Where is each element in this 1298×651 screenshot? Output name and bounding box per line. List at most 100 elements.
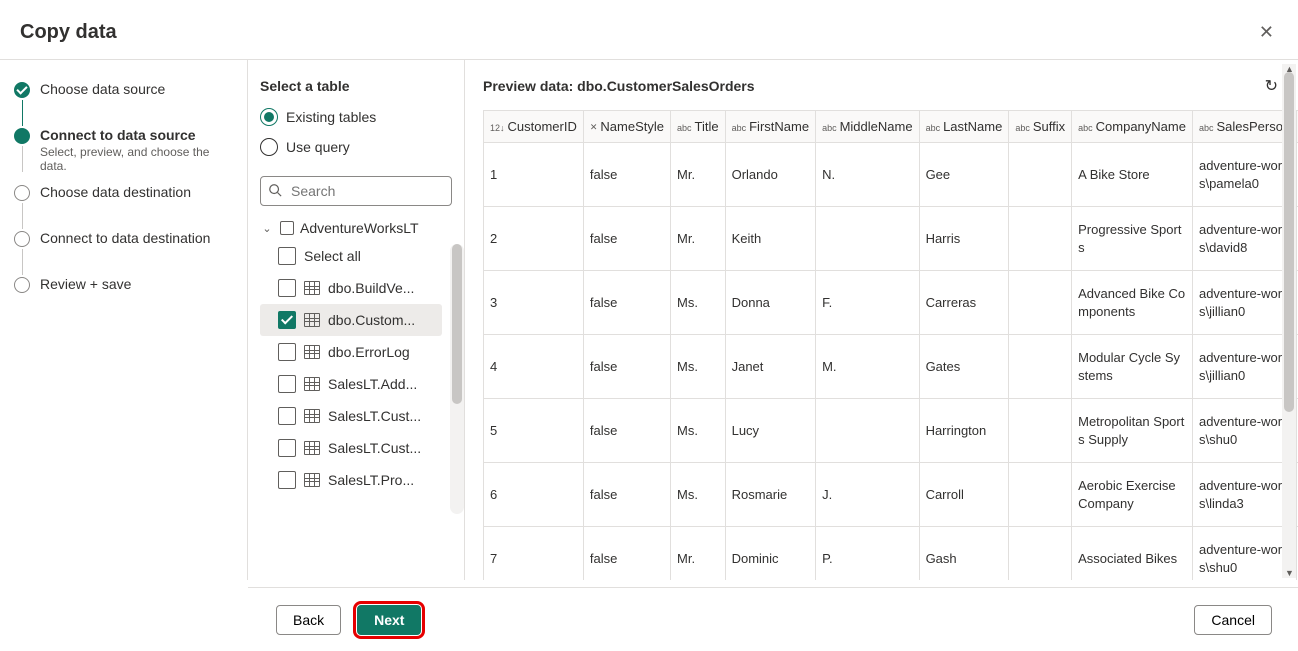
table-row[interactable]: 2falseMr.KeithHarrisProgressive Sportsad…: [484, 207, 1298, 271]
table-row[interactable]: 7falseMr.DominicP.GashAssociated Bikesad…: [484, 527, 1298, 581]
column-header[interactable]: abcFirstName: [725, 111, 815, 143]
chevron-down-icon: ⌄: [260, 222, 274, 235]
dialog-scrollbar[interactable]: ▲ ▼: [1282, 64, 1296, 578]
table-row[interactable]: 3falseMs.DonnaF.CarrerasAdvanced Bike Co…: [484, 271, 1298, 335]
cell: false: [583, 207, 670, 271]
cell: Rosmarie: [725, 463, 815, 527]
column-header[interactable]: 12↓CustomerID: [484, 111, 583, 143]
cell: [1009, 527, 1072, 581]
wizard-step[interactable]: Connect to data destination: [14, 229, 237, 275]
cell: Modular Cycle Systems: [1072, 335, 1193, 399]
cell: 2: [484, 207, 583, 271]
cell: [1009, 271, 1072, 335]
database-node[interactable]: ⌄ AdventureWorksLT: [260, 216, 464, 240]
search-input[interactable]: [260, 176, 452, 206]
column-header[interactable]: ✕NameStyle: [583, 111, 670, 143]
table-item[interactable]: dbo.ErrorLog: [260, 336, 442, 368]
radio-icon: [260, 108, 278, 126]
step-title: Choose data destination: [40, 184, 191, 200]
wizard-steps: Choose data source Connect to data sourc…: [0, 60, 248, 580]
table-item[interactable]: SalesLT.Cust...: [260, 432, 442, 464]
select-all-row[interactable]: Select all: [260, 240, 442, 272]
table-row[interactable]: 5falseMs.LucyHarringtonMetropolitan Spor…: [484, 399, 1298, 463]
step-subtitle: Select, preview, and choose the data.: [40, 145, 237, 173]
radio-icon: [260, 138, 278, 156]
column-header[interactable]: abcSuffix: [1009, 111, 1072, 143]
cell: Gates: [919, 335, 1009, 399]
cell: 6: [484, 463, 583, 527]
search-input-wrap: [260, 176, 452, 206]
step-bullet-icon: [14, 128, 30, 144]
cancel-button[interactable]: Cancel: [1194, 605, 1272, 635]
checkbox-icon[interactable]: [278, 375, 296, 393]
select-table-heading: Select a table: [260, 78, 464, 94]
cell: Janet: [725, 335, 815, 399]
radio-use-query[interactable]: Use query: [260, 138, 464, 156]
table-item[interactable]: SalesLT.Pro...: [260, 464, 442, 496]
checkbox-icon[interactable]: [278, 407, 296, 425]
refresh-icon[interactable]: ↻: [1265, 76, 1278, 96]
cell: Mr.: [671, 207, 726, 271]
step-title: Review + save: [40, 276, 131, 292]
close-icon[interactable]: ✕: [1255, 18, 1278, 47]
cell: Carreras: [919, 271, 1009, 335]
checkbox-icon[interactable]: [278, 343, 296, 361]
cell: Ms.: [671, 335, 726, 399]
cell: 4: [484, 335, 583, 399]
cell: Harrington: [919, 399, 1009, 463]
table-icon: [304, 473, 320, 487]
checkbox-icon[interactable]: [278, 247, 296, 265]
column-header[interactable]: abcCompanyName: [1072, 111, 1193, 143]
search-icon: [268, 183, 282, 200]
cell: 3: [484, 271, 583, 335]
cell: J.: [816, 463, 920, 527]
cell: Orlando: [725, 143, 815, 207]
cell: A Bike Store: [1072, 143, 1193, 207]
column-header[interactable]: abcMiddleName: [816, 111, 920, 143]
cell: false: [583, 271, 670, 335]
cell: 7: [484, 527, 583, 581]
cell: Advanced Bike Components: [1072, 271, 1193, 335]
dialog-title: Copy data: [20, 21, 117, 44]
table-item[interactable]: dbo.BuildVe...: [260, 272, 442, 304]
dialog-footer: Back Next Cancel: [248, 587, 1298, 651]
table-icon: [304, 281, 320, 295]
cell: [1009, 335, 1072, 399]
column-header[interactable]: abcLastName: [919, 111, 1009, 143]
checkbox-icon[interactable]: [278, 311, 296, 329]
tables-scrollbar[interactable]: [450, 244, 464, 514]
cell: Carroll: [919, 463, 1009, 527]
scroll-down-icon[interactable]: ▼: [1285, 568, 1294, 578]
next-button[interactable]: Next: [357, 605, 421, 635]
cell: Harris: [919, 207, 1009, 271]
table-item[interactable]: dbo.Custom...: [260, 304, 442, 336]
checkbox-icon[interactable]: [278, 439, 296, 457]
preview-title: Preview data: dbo.CustomerSalesOrders: [483, 78, 755, 94]
cell: [1009, 399, 1072, 463]
cell: 5: [484, 399, 583, 463]
wizard-step[interactable]: Connect to data source Select, preview, …: [14, 126, 237, 183]
step-bullet-icon: [14, 231, 30, 247]
back-button[interactable]: Back: [276, 605, 341, 635]
table-row[interactable]: 4falseMs.JanetM.GatesModular Cycle Syste…: [484, 335, 1298, 399]
table-row[interactable]: 6falseMs.RosmarieJ.CarrollAerobic Exerci…: [484, 463, 1298, 527]
wizard-step[interactable]: Choose data destination: [14, 183, 237, 229]
checkbox-icon[interactable]: [278, 471, 296, 489]
column-header[interactable]: abcTitle: [671, 111, 726, 143]
radio-existing-tables[interactable]: Existing tables: [260, 108, 464, 126]
cell: N.: [816, 143, 920, 207]
table-icon: [304, 441, 320, 455]
database-icon: [280, 221, 294, 235]
table-item[interactable]: SalesLT.Cust...: [260, 400, 442, 432]
table-header-row: 12↓CustomerID✕NameStyleabcTitleabcFirstN…: [484, 111, 1298, 143]
cell: false: [583, 463, 670, 527]
table-selector-panel: Select a table Existing tables Use query…: [248, 60, 464, 580]
step-bullet-icon: [14, 82, 30, 98]
table-item[interactable]: SalesLT.Add...: [260, 368, 442, 400]
cell: false: [583, 335, 670, 399]
cell: Mr.: [671, 143, 726, 207]
checkbox-icon[interactable]: [278, 279, 296, 297]
wizard-step[interactable]: Review + save: [14, 275, 237, 302]
wizard-step[interactable]: Choose data source: [14, 80, 237, 126]
table-row[interactable]: 1falseMr.OrlandoN.GeeA Bike Storeadventu…: [484, 143, 1298, 207]
